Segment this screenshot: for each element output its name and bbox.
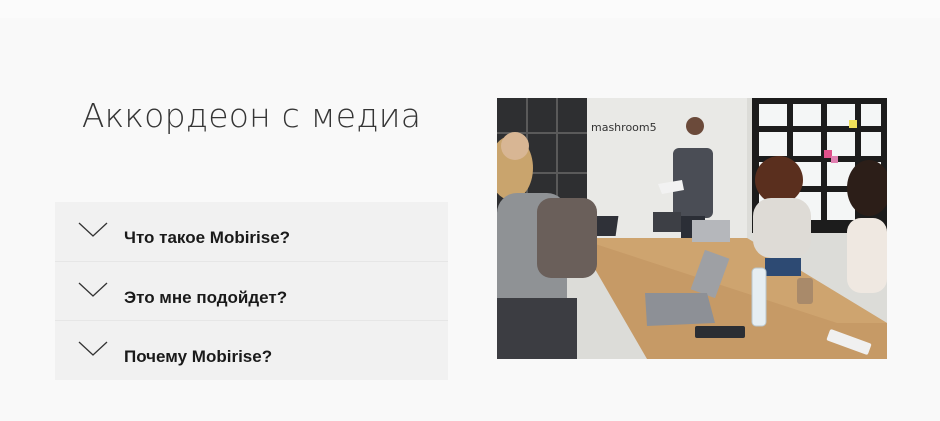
accordion: Что такое Mobirise? Это мне подойдет? По…: [55, 202, 448, 380]
chevron-down-icon: [78, 222, 108, 237]
wall-text: mashroom5: [591, 121, 657, 134]
accordion-item-suits-me[interactable]: Это мне подойдет?: [55, 261, 448, 320]
section-title: Аккордеон с медиа: [81, 96, 422, 135]
office-meeting-illustration: mashroom5: [497, 98, 887, 359]
chevron-down-icon: [78, 341, 108, 356]
accordion-item-label: Это мне подойдет?: [124, 288, 288, 307]
accordion-item-label: Что такое Mobirise?: [124, 228, 291, 247]
media-image: mashroom5: [497, 98, 887, 359]
accordion-item-what-is[interactable]: Что такое Mobirise?: [55, 202, 448, 261]
chevron-down-icon: [78, 282, 108, 297]
accordion-item-label: Почему Mobirise?: [124, 347, 273, 366]
top-bar: [0, 0, 940, 18]
accordion-item-why[interactable]: Почему Mobirise?: [55, 320, 448, 379]
